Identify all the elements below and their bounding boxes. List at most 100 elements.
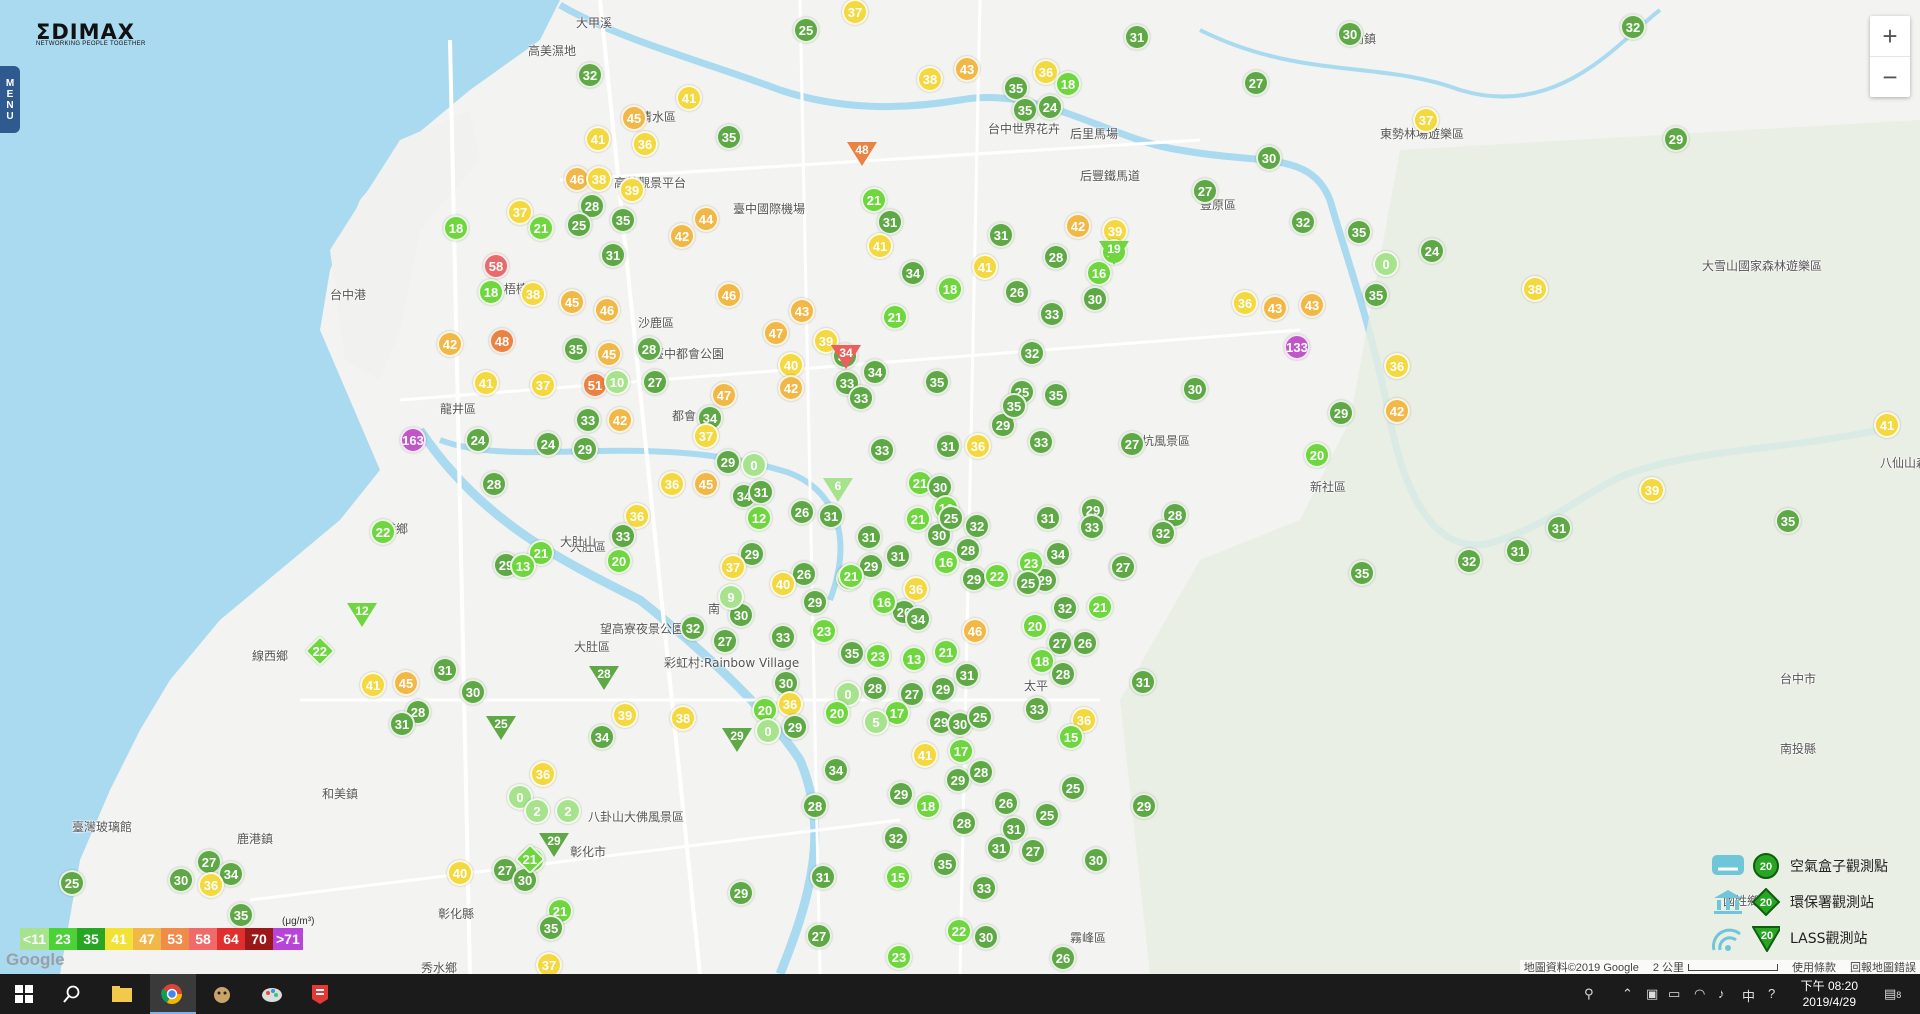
lass-station-marker[interactable]: 25 xyxy=(486,716,516,742)
airbox-marker[interactable]: 45 xyxy=(393,670,419,696)
airbox-marker[interactable]: 32 xyxy=(577,62,603,88)
lass-station-marker[interactable]: 12 xyxy=(347,603,377,629)
airbox-marker[interactable]: 33 xyxy=(610,523,636,549)
airbox-marker[interactable]: 27 xyxy=(806,923,832,949)
airbox-marker[interactable]: 31 xyxy=(1124,24,1150,50)
airbox-marker[interactable]: 31 xyxy=(818,503,844,529)
airbox-marker[interactable]: 30 xyxy=(1256,145,1282,171)
airbox-marker[interactable]: 36 xyxy=(530,761,556,787)
airbox-marker[interactable]: 29 xyxy=(782,714,808,740)
file-explorer-icon[interactable] xyxy=(108,980,136,1008)
airbox-marker[interactable]: 0 xyxy=(741,452,767,478)
airbox-marker[interactable]: 28 xyxy=(951,810,977,836)
airbox-marker[interactable]: 32 xyxy=(883,825,909,851)
airbox-marker[interactable]: 33 xyxy=(1024,696,1050,722)
airbox-marker[interactable]: 42 xyxy=(437,331,463,357)
airbox-marker[interactable]: 37 xyxy=(1413,107,1439,133)
airbox-marker[interactable]: 26 xyxy=(789,499,815,525)
airbox-marker[interactable]: 133 xyxy=(1284,334,1310,360)
airbox-marker[interactable]: 22 xyxy=(946,918,972,944)
airbox-marker[interactable]: 41 xyxy=(585,126,611,152)
airbox-marker[interactable]: 29 xyxy=(802,589,828,615)
airbox-marker[interactable]: 33 xyxy=(869,437,895,463)
airbox-marker[interactable]: 44 xyxy=(693,206,719,232)
airbox-marker[interactable]: 31 xyxy=(877,209,903,235)
airbox-marker[interactable]: 24 xyxy=(465,427,491,453)
airbox-marker[interactable]: 35 xyxy=(610,207,636,233)
airbox-marker[interactable]: 46 xyxy=(594,297,620,323)
app-icon-paint[interactable] xyxy=(258,980,286,1008)
airbox-marker[interactable]: 2 xyxy=(524,798,550,824)
airbox-marker[interactable]: 35 xyxy=(1349,560,1375,586)
airbox-marker[interactable]: 10 xyxy=(604,369,630,395)
airbox-marker[interactable]: 39 xyxy=(1639,477,1665,503)
airbox-marker[interactable]: 18 xyxy=(937,276,963,302)
airbox-marker[interactable]: 58 xyxy=(483,253,509,279)
help-icon[interactable]: ? xyxy=(1768,986,1775,1001)
airbox-marker[interactable]: 35 xyxy=(924,369,950,395)
airbox-marker[interactable]: 5 xyxy=(863,709,889,735)
airbox-marker[interactable]: 20 xyxy=(606,548,632,574)
airbox-marker[interactable]: 25 xyxy=(1015,570,1041,596)
airbox-marker[interactable]: 16 xyxy=(933,549,959,575)
airbox-marker[interactable]: 35 xyxy=(563,336,589,362)
airbox-marker[interactable]: 29 xyxy=(1663,126,1689,152)
airbox-marker[interactable]: 34 xyxy=(589,724,615,750)
airbox-marker[interactable]: 39 xyxy=(612,702,638,728)
airbox-marker[interactable]: 29 xyxy=(1328,400,1354,426)
airbox-marker[interactable]: 35 xyxy=(1346,219,1372,245)
airbox-marker[interactable]: 20 xyxy=(824,700,850,726)
airbox-marker[interactable]: 43 xyxy=(1299,292,1325,318)
airbox-marker[interactable]: 34 xyxy=(823,757,849,783)
airbox-marker[interactable]: 31 xyxy=(935,433,961,459)
airbox-marker[interactable]: 35 xyxy=(932,851,958,877)
airbox-marker[interactable]: 31 xyxy=(954,662,980,688)
airbox-marker[interactable]: 38 xyxy=(586,166,612,192)
airbox-marker[interactable]: 45 xyxy=(693,471,719,497)
airbox-marker[interactable]: 31 xyxy=(748,479,774,505)
airbox-marker[interactable]: 27 xyxy=(1110,554,1136,580)
airbox-marker[interactable]: 17 xyxy=(948,738,974,764)
airbox-marker[interactable]: 28 xyxy=(1043,244,1069,270)
airbox-marker[interactable]: 26 xyxy=(1072,630,1098,656)
airbox-marker[interactable]: 32 xyxy=(680,615,706,641)
airbox-marker[interactable]: 31 xyxy=(856,524,882,550)
airbox-marker[interactable]: 32 xyxy=(1052,595,1078,621)
airbox-marker[interactable]: 32 xyxy=(1456,548,1482,574)
airbox-marker[interactable]: 39 xyxy=(619,177,645,203)
airbox-marker[interactable]: 29 xyxy=(572,436,598,462)
airbox-marker[interactable]: 40 xyxy=(447,860,473,886)
airbox-marker[interactable]: 42 xyxy=(1065,213,1091,239)
airbox-marker[interactable]: 33 xyxy=(575,407,601,433)
airbox-marker[interactable]: 30 xyxy=(1082,286,1108,312)
security-icon[interactable]: ▣ xyxy=(1646,986,1658,1002)
airbox-marker[interactable]: 32 xyxy=(1019,340,1045,366)
airbox-marker[interactable]: 20 xyxy=(1022,613,1048,639)
airbox-marker[interactable]: 30 xyxy=(1182,376,1208,402)
system-clock[interactable]: 下午 08:20 2019/4/29 xyxy=(1801,978,1858,1010)
airbox-marker[interactable]: 47 xyxy=(763,320,789,346)
airbox-marker[interactable]: 27 xyxy=(1243,70,1269,96)
airbox-marker[interactable]: 28 xyxy=(968,759,994,785)
airbox-marker[interactable]: 37 xyxy=(693,423,719,449)
airbox-marker[interactable]: 35 xyxy=(839,640,865,666)
airbox-marker[interactable]: 45 xyxy=(559,289,585,315)
airbox-marker[interactable]: 15 xyxy=(885,864,911,890)
airbox-marker[interactable]: 18 xyxy=(478,279,504,305)
airbox-marker[interactable]: 29 xyxy=(888,781,914,807)
airbox-marker[interactable]: 40 xyxy=(770,571,796,597)
airbox-marker[interactable]: 15 xyxy=(1058,724,1084,750)
airbox-marker[interactable]: 33 xyxy=(1039,301,1065,327)
people-icon[interactable]: ⚲ xyxy=(1584,986,1594,1002)
airbox-marker[interactable]: 37 xyxy=(536,952,562,974)
airbox-marker[interactable]: 41 xyxy=(473,370,499,396)
airbox-marker[interactable]: 31 xyxy=(810,864,836,890)
airbox-marker[interactable]: 35 xyxy=(538,915,564,941)
airbox-marker[interactable]: 13 xyxy=(901,646,927,672)
airbox-marker[interactable]: 18 xyxy=(915,793,941,819)
airbox-marker[interactable]: 41 xyxy=(912,742,938,768)
airbox-marker[interactable]: 42 xyxy=(607,407,633,433)
notification-icon[interactable]: ▤8 xyxy=(1884,986,1901,1002)
airbox-marker[interactable]: 42 xyxy=(669,223,695,249)
airbox-marker[interactable]: 22 xyxy=(370,519,396,545)
